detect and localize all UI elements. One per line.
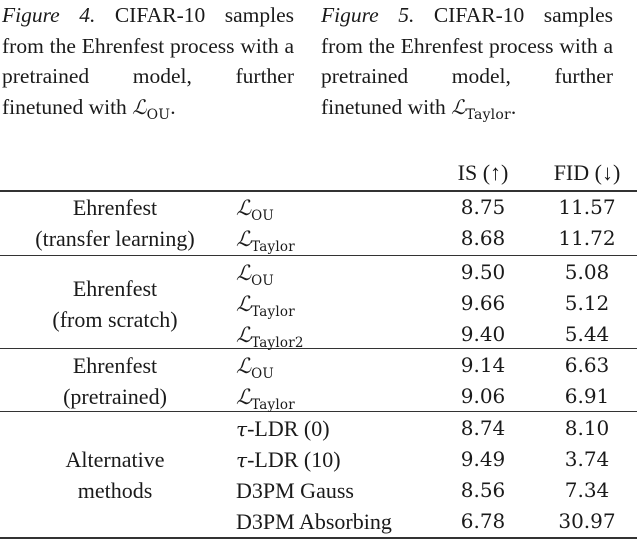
loss-symbol: ℒ [236, 385, 252, 409]
method-text: D3PM Absorbing [236, 509, 392, 534]
method-name: ℒOU [236, 350, 274, 385]
caption-period: . [510, 94, 517, 119]
loss-subscript: OU [251, 366, 274, 382]
method-text: -LDR (0) [247, 416, 330, 441]
is-value: 6.78 [460, 509, 506, 533]
caption-period: . [170, 94, 176, 119]
method-text: D3PM Gauss [236, 478, 354, 503]
figure-5-caption: Figure 5. CIFAR-10 samples from the Ehre… [321, 0, 613, 125]
fid-value: 5.12 [564, 291, 610, 315]
is-value: 9.50 [460, 260, 506, 284]
method-name: D3PM Absorbing [236, 506, 392, 537]
group-label: Alternative [65, 447, 165, 472]
loss-subscript: Taylor2 [251, 335, 304, 351]
loss-subscript: OU [251, 208, 274, 224]
loss-symbol: ℒ [236, 354, 252, 378]
group-label: (transfer learning) [35, 226, 195, 251]
loss-symbol: ℒ [236, 227, 252, 251]
fid-value: 11.57 [558, 195, 616, 219]
method-name: ℒTaylor2 [236, 319, 304, 354]
group-label: (from scratch) [52, 306, 178, 332]
group-label: methods [77, 478, 153, 503]
method-text: -LDR (10) [247, 447, 341, 472]
method-name: ℒTaylor [236, 223, 295, 258]
is-value: 8.68 [460, 226, 506, 250]
method-name: ℒTaylor [236, 288, 295, 323]
is-value: 9.14 [460, 353, 506, 377]
is-value: 8.74 [460, 416, 506, 440]
loss-subscript: Taylor [251, 239, 295, 255]
loss-subscript: OU [146, 106, 171, 123]
fid-value: 11.72 [558, 226, 616, 250]
loss-subscript: Taylor [251, 397, 295, 413]
fid-value: 7.34 [564, 478, 610, 502]
group-label: Ehrenfest [72, 195, 158, 220]
loss-subscript: Taylor [251, 304, 295, 320]
method-name: ℒOU [236, 257, 274, 292]
method-name: τ-LDR (0) [236, 413, 330, 445]
group-label: Ehrenfest [72, 275, 158, 301]
fid-value: 30.97 [558, 509, 616, 533]
header-is: IS (↑) [457, 160, 509, 185]
tau-symbol: τ [236, 448, 248, 472]
loss-subscript: OU [251, 273, 274, 289]
is-value: 9.40 [460, 322, 506, 346]
loss-symbol: ℒ [451, 94, 466, 119]
fid-value: 8.10 [564, 416, 610, 440]
loss-symbol: ℒ [236, 323, 252, 347]
tau-symbol: τ [236, 417, 248, 441]
is-value: 9.49 [460, 447, 506, 471]
loss-symbol: ℒ [236, 196, 252, 220]
method-name: ℒTaylor [236, 381, 295, 416]
group-label: (pretrained) [63, 384, 167, 409]
figure-4-caption: Figure 4. CIFAR-10 samples from the Ehre… [2, 0, 294, 125]
group-label: Ehrenfest [72, 353, 158, 378]
loss-symbol: ℒ [236, 261, 252, 285]
figure-5-label: Figure 5. [321, 3, 415, 27]
is-value: 8.75 [460, 195, 506, 219]
bottom-rule [0, 537, 637, 539]
loss-symbol: ℒ [132, 94, 147, 119]
header-fid: FID (↓) [553, 160, 621, 185]
loss-subscript: Taylor [465, 106, 511, 123]
loss-symbol: ℒ [236, 292, 252, 316]
fid-value: 6.63 [564, 353, 610, 377]
fid-value: 5.08 [564, 260, 610, 284]
is-value: 9.66 [460, 291, 506, 315]
method-name: τ-LDR (10) [236, 444, 341, 476]
figure-4-label: Figure 4. [2, 3, 96, 27]
is-value: 9.06 [460, 384, 506, 408]
method-name: D3PM Gauss [236, 475, 354, 506]
fid-value: 3.74 [564, 447, 610, 471]
method-name: ℒOU [236, 192, 274, 227]
is-value: 8.56 [460, 478, 506, 502]
fid-value: 5.44 [564, 322, 610, 346]
fid-value: 6.91 [564, 384, 610, 408]
